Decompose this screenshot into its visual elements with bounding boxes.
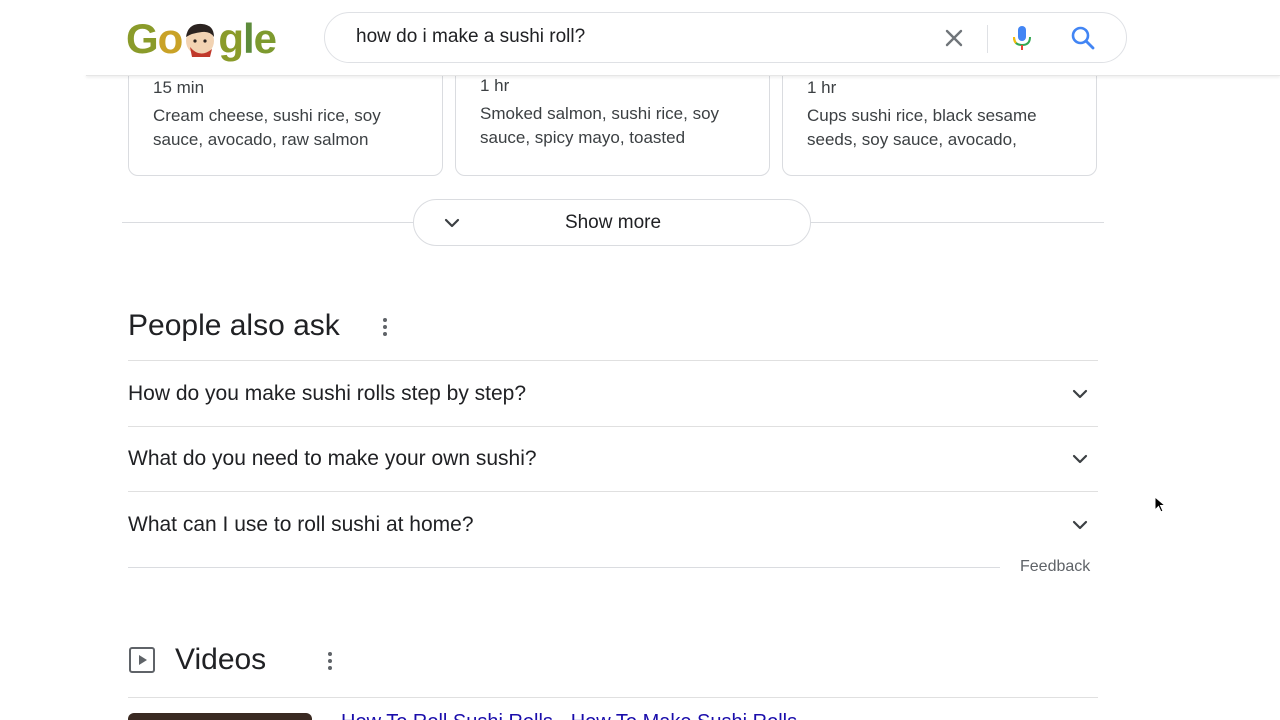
video-play-icon <box>129 647 155 673</box>
chevron-down-icon <box>1072 520 1088 530</box>
recipe-time: 15 min <box>153 78 205 97</box>
google-doodle-logo[interactable]: Go gle <box>126 14 277 64</box>
divider <box>128 567 1000 568</box>
search-results-page: 15 min Cream cheese, sushi rice, soy sau… <box>0 0 1280 720</box>
search-icon[interactable] <box>1069 24 1097 52</box>
video-thumbnail[interactable] <box>128 713 312 720</box>
question-item[interactable]: How do you make sushi rolls step by step… <box>128 362 1098 426</box>
people-also-ask-title: People also ask <box>128 309 340 342</box>
more-options-icon[interactable] <box>377 316 393 338</box>
videos-title: Videos <box>175 643 267 676</box>
more-options-icon[interactable] <box>322 650 338 672</box>
divider <box>128 360 1098 361</box>
question-text: What can I use to roll sushi at home? <box>128 513 474 536</box>
feedback-link[interactable]: Feedback <box>1020 558 1090 576</box>
divider <box>811 222 1104 223</box>
question-text: How do you make sushi rolls step by step… <box>128 382 527 405</box>
question-text: What do you need to make your own sushi? <box>128 447 537 470</box>
show-more-button[interactable]: Show more <box>413 199 811 246</box>
question-item[interactable]: What do you need to make your own sushi? <box>128 427 1098 491</box>
recipe-ingredients: Cups sushi rice, black sesame seeds, soy… <box>807 106 1037 149</box>
search-divider <box>987 25 988 53</box>
chevron-down-icon <box>1072 454 1088 464</box>
divider <box>122 222 414 223</box>
video-title-link[interactable]: How To Roll Sushi Rolls - How To Make Su… <box>341 711 797 720</box>
show-more-label: Show more <box>564 212 662 233</box>
question-item[interactable]: What can I use to roll sushi at home? <box>128 493 1098 557</box>
divider <box>128 491 1098 492</box>
header: Go gle how do i make a sushi roll? <box>0 0 1280 75</box>
recipe-time: 1 hr <box>807 78 837 97</box>
doodle-icon <box>186 23 215 57</box>
divider <box>128 697 1098 698</box>
chevron-down-icon <box>1072 389 1088 399</box>
recipe-time: 1 hr <box>480 76 510 95</box>
recipe-ingredients: Cream cheese, sushi rice, soy sauce, avo… <box>153 106 381 149</box>
search-input[interactable]: how do i make a sushi roll? <box>356 26 585 48</box>
recipe-ingredients: Smoked salmon, sushi rice, soy sauce, sp… <box>480 104 720 147</box>
close-icon[interactable] <box>941 25 967 51</box>
search-box[interactable]: how do i make a sushi roll? <box>324 12 1127 63</box>
microphone-icon[interactable] <box>1009 24 1035 52</box>
mouse-cursor-icon <box>1154 496 1166 513</box>
